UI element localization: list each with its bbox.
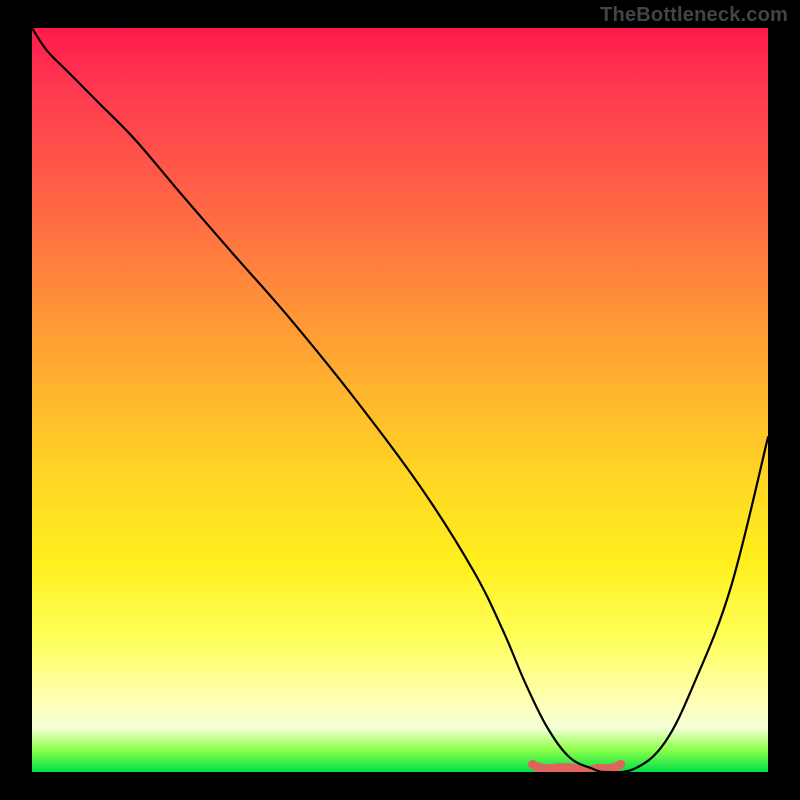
plot-area [32, 28, 768, 772]
chart-frame: TheBottleneck.com [0, 0, 800, 800]
bottleneck-curve [32, 28, 768, 772]
watermark-text: TheBottleneck.com [600, 4, 788, 27]
curve-layer [32, 28, 768, 772]
optimal-range-highlight [533, 764, 621, 770]
